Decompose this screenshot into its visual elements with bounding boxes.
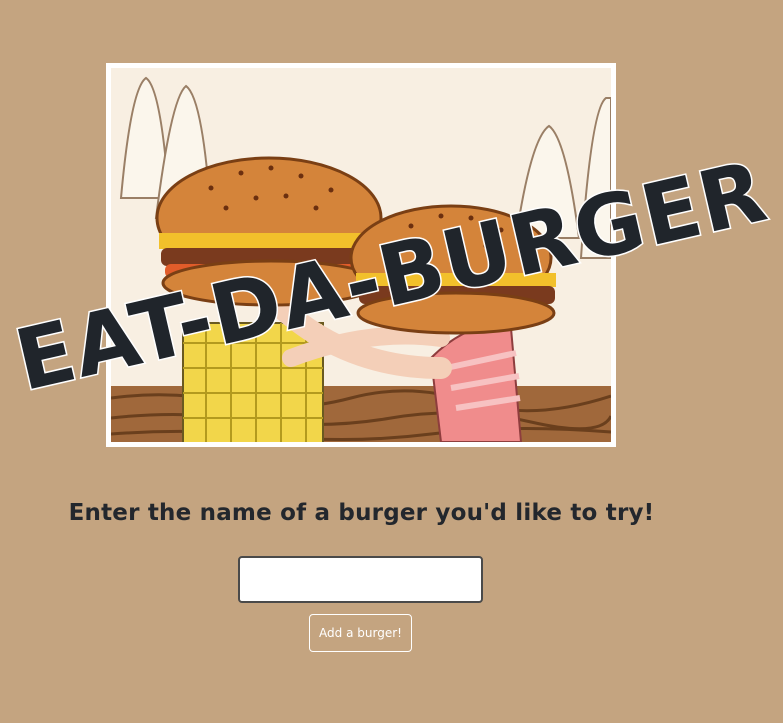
burger-prompt-label: Enter the name of a burger you'd like to… — [68, 500, 655, 526]
add-burger-button[interactable]: Add a burger! — [309, 614, 412, 652]
page: EAT-DA-BURGER Enter the name of a burger… — [0, 0, 783, 723]
burger-name-input[interactable] — [238, 556, 483, 603]
